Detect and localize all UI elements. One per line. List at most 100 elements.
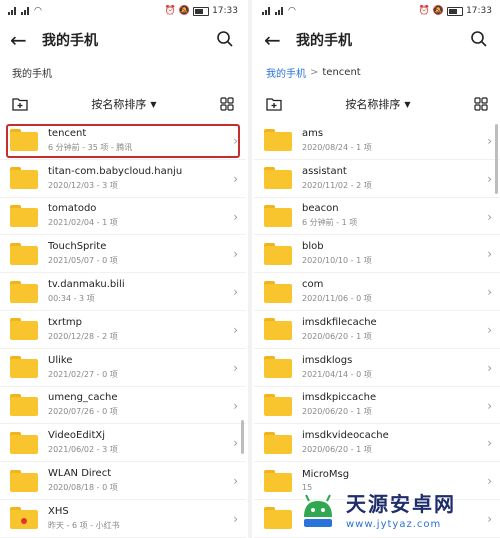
item-name: tomatodo xyxy=(48,203,97,215)
folder-icon xyxy=(264,167,292,190)
search-icon[interactable] xyxy=(216,30,234,48)
signal-icon xyxy=(8,7,18,15)
list-item[interactable]: umeng_cache 2020/07/26 - 0 项 › xyxy=(0,387,246,425)
item-name: XHS xyxy=(48,505,69,517)
app-header: ← 我的手机 xyxy=(0,22,246,58)
item-text: TouchSprite 2021/05/07 - 0 项 xyxy=(48,241,218,266)
breadcrumb-root[interactable]: 我的手机 xyxy=(12,65,52,80)
list-item[interactable]: beacon 6 分钟前 - 1 项 › xyxy=(254,198,500,236)
status-time: 17:33 xyxy=(466,6,492,16)
item-meta: 2020/06/20 - 1 项 xyxy=(302,445,372,455)
item-meta: 2020/06/20 - 1 项 xyxy=(302,331,372,341)
list-item[interactable]: ams 2020/08/24 - 1 项 › xyxy=(254,122,500,160)
list-item[interactable]: tv.danmaku.bili 00:34 - 3 项 › xyxy=(0,273,246,311)
list-item[interactable]: imsdkpiccache 2020/06/20 - 1 项 › xyxy=(254,387,500,425)
item-text: XHS 昨天 - 6 项 - 小红书 xyxy=(48,506,218,531)
list-item[interactable]: titan-com.babycloud.hanju 2020/12/03 - 3 … xyxy=(0,160,246,198)
item-name: MicroMsg xyxy=(302,469,350,481)
list-item[interactable]: VideoEditXj 2021/06/02 - 3 项 › xyxy=(0,424,246,463)
sort-label: 按名称排序 xyxy=(91,98,147,111)
status-signal-group: ◠ xyxy=(8,6,42,16)
folder-icon xyxy=(264,129,292,152)
battery-icon xyxy=(193,6,210,16)
item-meta: 昨天 - 6 项 - 小红书 xyxy=(48,520,120,530)
list-item[interactable]: assistant 2020/11/02 - 2 项 › xyxy=(254,160,500,198)
back-arrow-icon[interactable]: ← xyxy=(10,30,34,50)
item-meta: 2020/06/20 - 1 项 xyxy=(302,407,372,417)
breadcrumb: 我的手机 xyxy=(0,58,246,86)
item-meta: 2020/10/10 - 1 项 xyxy=(302,256,372,266)
scrollbar[interactable] xyxy=(495,124,498,194)
item-text: tomatodo 2021/02/04 - 1 项 xyxy=(48,203,218,228)
breadcrumb-current: tencent xyxy=(322,66,361,78)
item-name: ams xyxy=(302,127,324,139)
new-folder-icon[interactable] xyxy=(266,97,282,111)
list-item[interactable]: tomatodo 2021/02/04 - 1 项 › xyxy=(0,198,246,236)
chevron-right-icon: › xyxy=(233,285,238,300)
new-folder-icon[interactable] xyxy=(12,97,28,111)
chevron-right-icon: › xyxy=(487,436,492,451)
item-meta: 2020/11/06 - 0 项 xyxy=(302,294,372,304)
list-item[interactable]: TouchSprite 2021/05/07 - 0 项 › xyxy=(0,235,246,274)
mute-icon: 🔕 xyxy=(432,6,445,16)
item-name: beacon xyxy=(302,203,339,215)
file-list: tencent 6 分钟前 - 35 项 - 腾讯 › titan-com.babyc… xyxy=(0,122,246,538)
search-icon[interactable] xyxy=(470,30,488,48)
folder-icon xyxy=(10,393,38,416)
list-item[interactable]: blob 2020/10/10 - 1 项 › xyxy=(254,235,500,274)
list-item[interactable]: XHS 昨天 - 6 项 - 小红书 › xyxy=(0,500,246,538)
item-name: VideoEditXj xyxy=(48,430,106,442)
folder-icon xyxy=(264,280,292,303)
folder-icon xyxy=(264,431,292,454)
signal-icon-2 xyxy=(275,7,285,15)
folder-icon xyxy=(264,204,292,227)
left-phone-screen: ◠ ⏰ 🔕 17:33 ← 我的手机 我的手机 按名称排序 ▼ tencent … xyxy=(0,0,246,538)
list-item[interactable]: imsdkfilecache 2020/06/20 - 1 项 › xyxy=(254,311,500,349)
status-bar: ◠ ⏰ 🔕 17:33 xyxy=(0,0,246,22)
item-text: VideoEditXj 2021/06/02 - 3 项 xyxy=(48,430,218,455)
panel-divider xyxy=(248,0,252,538)
list-item[interactable]: txrtmp 2020/12/28 - 2 项 › xyxy=(0,311,246,349)
chevron-right-icon: › xyxy=(233,511,238,526)
item-text: imsdkfilecache 2020/06/20 - 1 项 xyxy=(302,317,472,342)
page-title: 我的手机 xyxy=(42,33,98,49)
item-meta: 2020/08/24 - 1 项 xyxy=(302,142,372,152)
list-item[interactable]: WLAN Direct 2020/08/18 - 0 项 › xyxy=(0,462,246,500)
item-name: umeng_cache xyxy=(48,392,118,404)
grid-view-icon[interactable] xyxy=(474,97,488,111)
list-item[interactable]: imsdklogs 2021/04/14 - 0 项 › xyxy=(254,349,500,387)
sort-dropdown[interactable]: 按名称排序 ▼ xyxy=(91,96,156,112)
caret-down-icon: ▼ xyxy=(150,99,157,109)
list-item[interactable]: com 2020/11/06 - 0 项 › xyxy=(254,273,500,311)
chevron-right-icon: › xyxy=(233,322,238,337)
chevron-right-icon: › xyxy=(487,209,492,224)
breadcrumb-root[interactable]: 我的手机 xyxy=(266,65,306,80)
back-arrow-icon[interactable]: ← xyxy=(264,30,288,50)
item-meta: 2021/05/07 - 0 项 xyxy=(48,256,118,266)
chevron-right-icon: › xyxy=(233,474,238,489)
folder-icon xyxy=(10,356,38,379)
item-text: beacon 6 分钟前 - 1 项 xyxy=(302,203,472,228)
item-meta: 6 分钟前 - 1 项 xyxy=(302,218,358,228)
grid-view-icon[interactable] xyxy=(220,97,234,111)
chevron-right-icon: › xyxy=(233,360,238,375)
item-meta: 2020/12/28 - 2 项 xyxy=(48,331,118,341)
watermark-logo-icon xyxy=(304,494,332,527)
folder-icon xyxy=(264,356,292,379)
folder-icon xyxy=(10,167,38,190)
item-meta: 2020/07/26 - 0 项 xyxy=(48,407,118,417)
folder-icon xyxy=(264,318,292,341)
chevron-right-icon: › xyxy=(487,398,492,413)
scrollbar[interactable] xyxy=(241,420,244,454)
highlight-box xyxy=(6,124,240,158)
item-name: Ulike xyxy=(48,354,73,366)
watermark-text: 天源安卓网 www.jytyaz.com xyxy=(346,488,456,530)
item-meta: 00:34 - 3 项 xyxy=(48,294,95,304)
item-name: assistant xyxy=(302,165,347,177)
folder-icon xyxy=(10,280,38,303)
list-item[interactable]: imsdkvideocache 2020/06/20 - 1 项 › xyxy=(254,424,500,463)
signal-icon xyxy=(262,7,272,15)
sort-dropdown[interactable]: 按名称排序 ▼ xyxy=(345,96,410,112)
list-item[interactable]: tencent 6 分钟前 - 35 项 - 腾讯 › xyxy=(0,122,246,160)
list-item[interactable]: Ulike 2021/02/27 - 0 项 › xyxy=(0,349,246,387)
